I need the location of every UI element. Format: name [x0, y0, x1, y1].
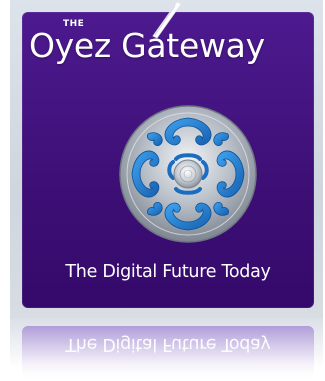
reflection-fade	[22, 326, 314, 381]
logo-title: Oyez Gateway	[29, 26, 265, 65]
logo-tagline: The Digital Future Today	[65, 262, 271, 282]
logo-reflection: The Digital Future Today	[22, 326, 314, 381]
logo-page: THE Oyez Gateway The Digital Future Toda…	[0, 0, 325, 381]
spiral-medallion-icon	[119, 105, 257, 243]
